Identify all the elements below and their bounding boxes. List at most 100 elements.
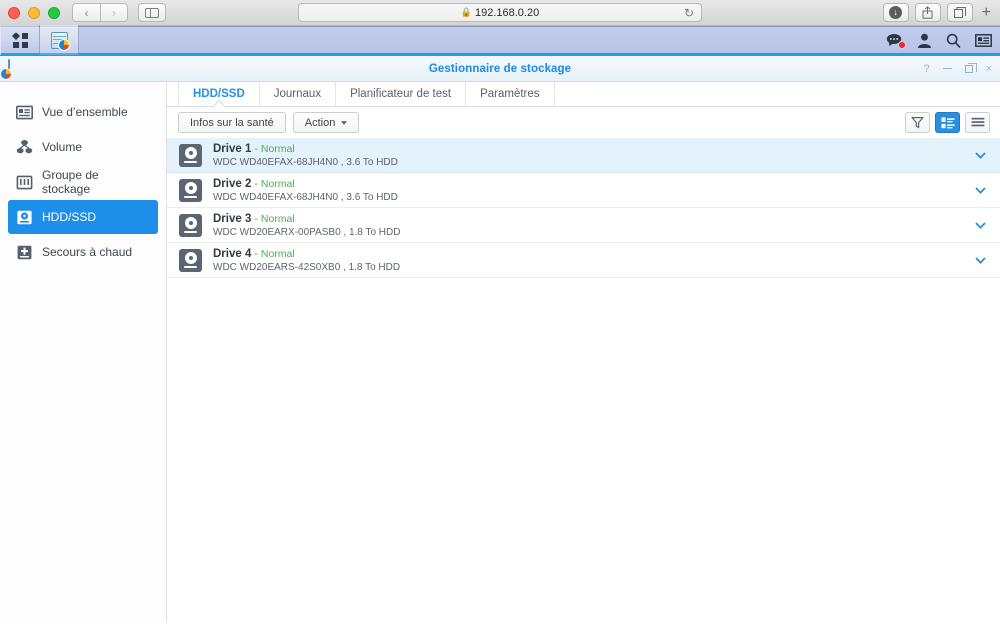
notifications-button[interactable] [886,33,906,49]
taskbar-right-icons [886,33,992,49]
downloads-icon: ↓ [889,6,903,19]
sidebar-item-hot-spare[interactable]: Secours à chaud [8,235,158,269]
window-titlebar[interactable]: Gestionnaire de stockage ? × [0,56,1000,82]
hdd-icon [179,178,202,202]
widgets-button[interactable] [975,33,992,47]
sidebar-item-label: Vue d’ensemble [42,105,128,119]
navigation-buttons: ‹ › [72,3,128,22]
sidebar-item-volume[interactable]: Volume [8,130,158,164]
drive-separator: - [254,247,258,260]
lock-icon: 🔒 [460,7,472,17]
minimize-button[interactable] [942,68,952,69]
drive-row-4[interactable]: Drive 4 - Normal WDC WD20EARS-42S0XB0 , … [167,243,1000,278]
search-icon [946,33,961,48]
new-tab-button[interactable]: + [979,4,994,21]
sidebar-toggle-button[interactable] [138,3,166,22]
sidebar-item-label: HDD/SSD [42,210,97,224]
storage-pool-icon [16,175,33,189]
status-badge: Normal [260,247,295,260]
tab-planificateur-de-test[interactable]: Planificateur de test [336,82,467,106]
address-bar[interactable]: 🔒 192.168.0.20 ↻ [298,3,702,22]
drive-model: WDC WD20EARX-00PASB0 , 1.8 To HDD [213,226,401,238]
storage-manager-icon [50,31,70,51]
forward-button[interactable]: › [100,3,128,22]
overview-icon [16,105,33,119]
drive-separator: - [254,142,258,155]
volume-icon [16,139,33,153]
sidebar-item-overview[interactable]: Vue d’ensemble [8,95,158,129]
taskbar-app-storage-manager[interactable] [40,25,78,55]
filter-icon [911,117,924,129]
sidebar-toggle-icon [145,7,159,18]
sidebar-item-storage-pool[interactable]: Groupe de stockage [8,165,158,199]
search-button[interactable] [946,33,961,48]
status-badge: Normal [260,212,295,225]
drive-row-1[interactable]: Drive 1 - Normal WDC WD40EFAX-68JH4N0 , … [167,138,1000,173]
status-badge: Normal [260,177,295,190]
close-window-button[interactable] [8,6,20,19]
minimize-window-button[interactable] [28,6,40,19]
drive-row-2[interactable]: Drive 2 - Normal WDC WD40EFAX-68JH4N0 , … [167,173,1000,208]
sidebar-item-label: Secours à chaud [42,245,133,259]
drive-title: Drive 4 - Normal [213,248,967,260]
storage-manager-window: Gestionnaire de stockage ? × Vue d’ensem… [0,56,1000,622]
drive-model: WDC WD20EARS-42S0XB0 , 1.8 To HDD [213,261,401,273]
sidebar-item-hdd-ssd[interactable]: HDD/SSD [8,200,158,234]
hdd-ssd-icon [17,210,32,224]
drive-name: Drive 3 [213,212,252,225]
tabs-overview-button[interactable] [946,3,973,22]
action-menu-button[interactable]: Action [292,112,360,133]
page-title: Gestionnaire de stockage [428,62,572,75]
list-view-icon [971,117,984,126]
hdd-icon [179,213,202,237]
drive-info: Drive 4 - Normal WDC WD20EARS-42S0XB0 , … [213,248,967,273]
share-button[interactable] [914,3,941,22]
window-controls: ? × [923,62,992,75]
detail-view-icon [941,117,954,128]
sidebar-item-label: Volume [42,140,83,154]
downloads-button[interactable]: ↓ [882,3,909,22]
taskbar-separator-2 [78,25,79,55]
widgets-icon [975,33,992,47]
drive-model: WDC WD40EFAX-68JH4N0 , 3.6 To HDD [213,191,398,203]
close-button[interactable]: × [986,63,992,75]
address-bar-url: 192.168.0.20 [474,6,540,19]
dsm-taskbar [0,25,1000,56]
browser-toolbar: ‹ › 🔒 192.168.0.20 ↻ ↓ + [0,0,1000,26]
chevron-down-icon[interactable] [975,255,986,266]
drive-info: Drive 3 - Normal WDC WD20EARX-00PASB0 , … [213,213,967,238]
health-info-button[interactable]: Infos sur la santé [178,112,286,133]
tab-hdd-ssd[interactable]: HDD/SSD [178,82,260,106]
drive-separator: - [254,212,258,225]
zoom-window-button[interactable] [48,6,60,19]
chevron-down-icon[interactable] [975,220,986,231]
back-button[interactable]: ‹ [72,3,100,22]
drive-info: Drive 1 - Normal WDC WD40EFAX-68JH4N0 , … [213,143,967,168]
window-body: Vue d’ensemble Volume Groupe de stockage… [0,82,1000,622]
tab-parametres[interactable]: Paramètres [466,82,555,106]
detail-view-button[interactable] [935,112,960,133]
drive-list: Drive 1 - Normal WDC WD40EFAX-68JH4N0 , … [167,138,1000,622]
drive-name: Drive 2 [213,177,252,190]
window-app-icon [0,58,12,80]
drive-row-3[interactable]: Drive 3 - Normal WDC WD20EARX-00PASB0 , … [167,208,1000,243]
status-badge: Normal [260,142,295,155]
list-view-button[interactable] [965,112,990,133]
app-menu-button[interactable] [1,25,39,55]
action-label: Action [304,116,336,129]
drive-title: Drive 2 - Normal [213,178,967,190]
browser-right-buttons: ↓ + [882,3,994,22]
maximize-button[interactable] [964,62,977,73]
share-icon [922,6,933,19]
hdd-icon [179,248,202,272]
sidebar: Vue d’ensemble Volume Groupe de stockage… [0,82,167,622]
help-button[interactable]: ? [923,63,929,75]
filter-button[interactable] [905,112,930,133]
tab-bar: HDD/SSD Journaux Planificateur de test P… [167,82,1000,107]
reload-button[interactable]: ↻ [684,7,694,19]
user-menu-button[interactable] [917,33,932,48]
tab-journaux[interactable]: Journaux [260,82,337,106]
chevron-down-icon[interactable] [975,150,986,161]
chevron-down-icon[interactable] [975,185,986,196]
drive-name: Drive 1 [213,142,252,155]
